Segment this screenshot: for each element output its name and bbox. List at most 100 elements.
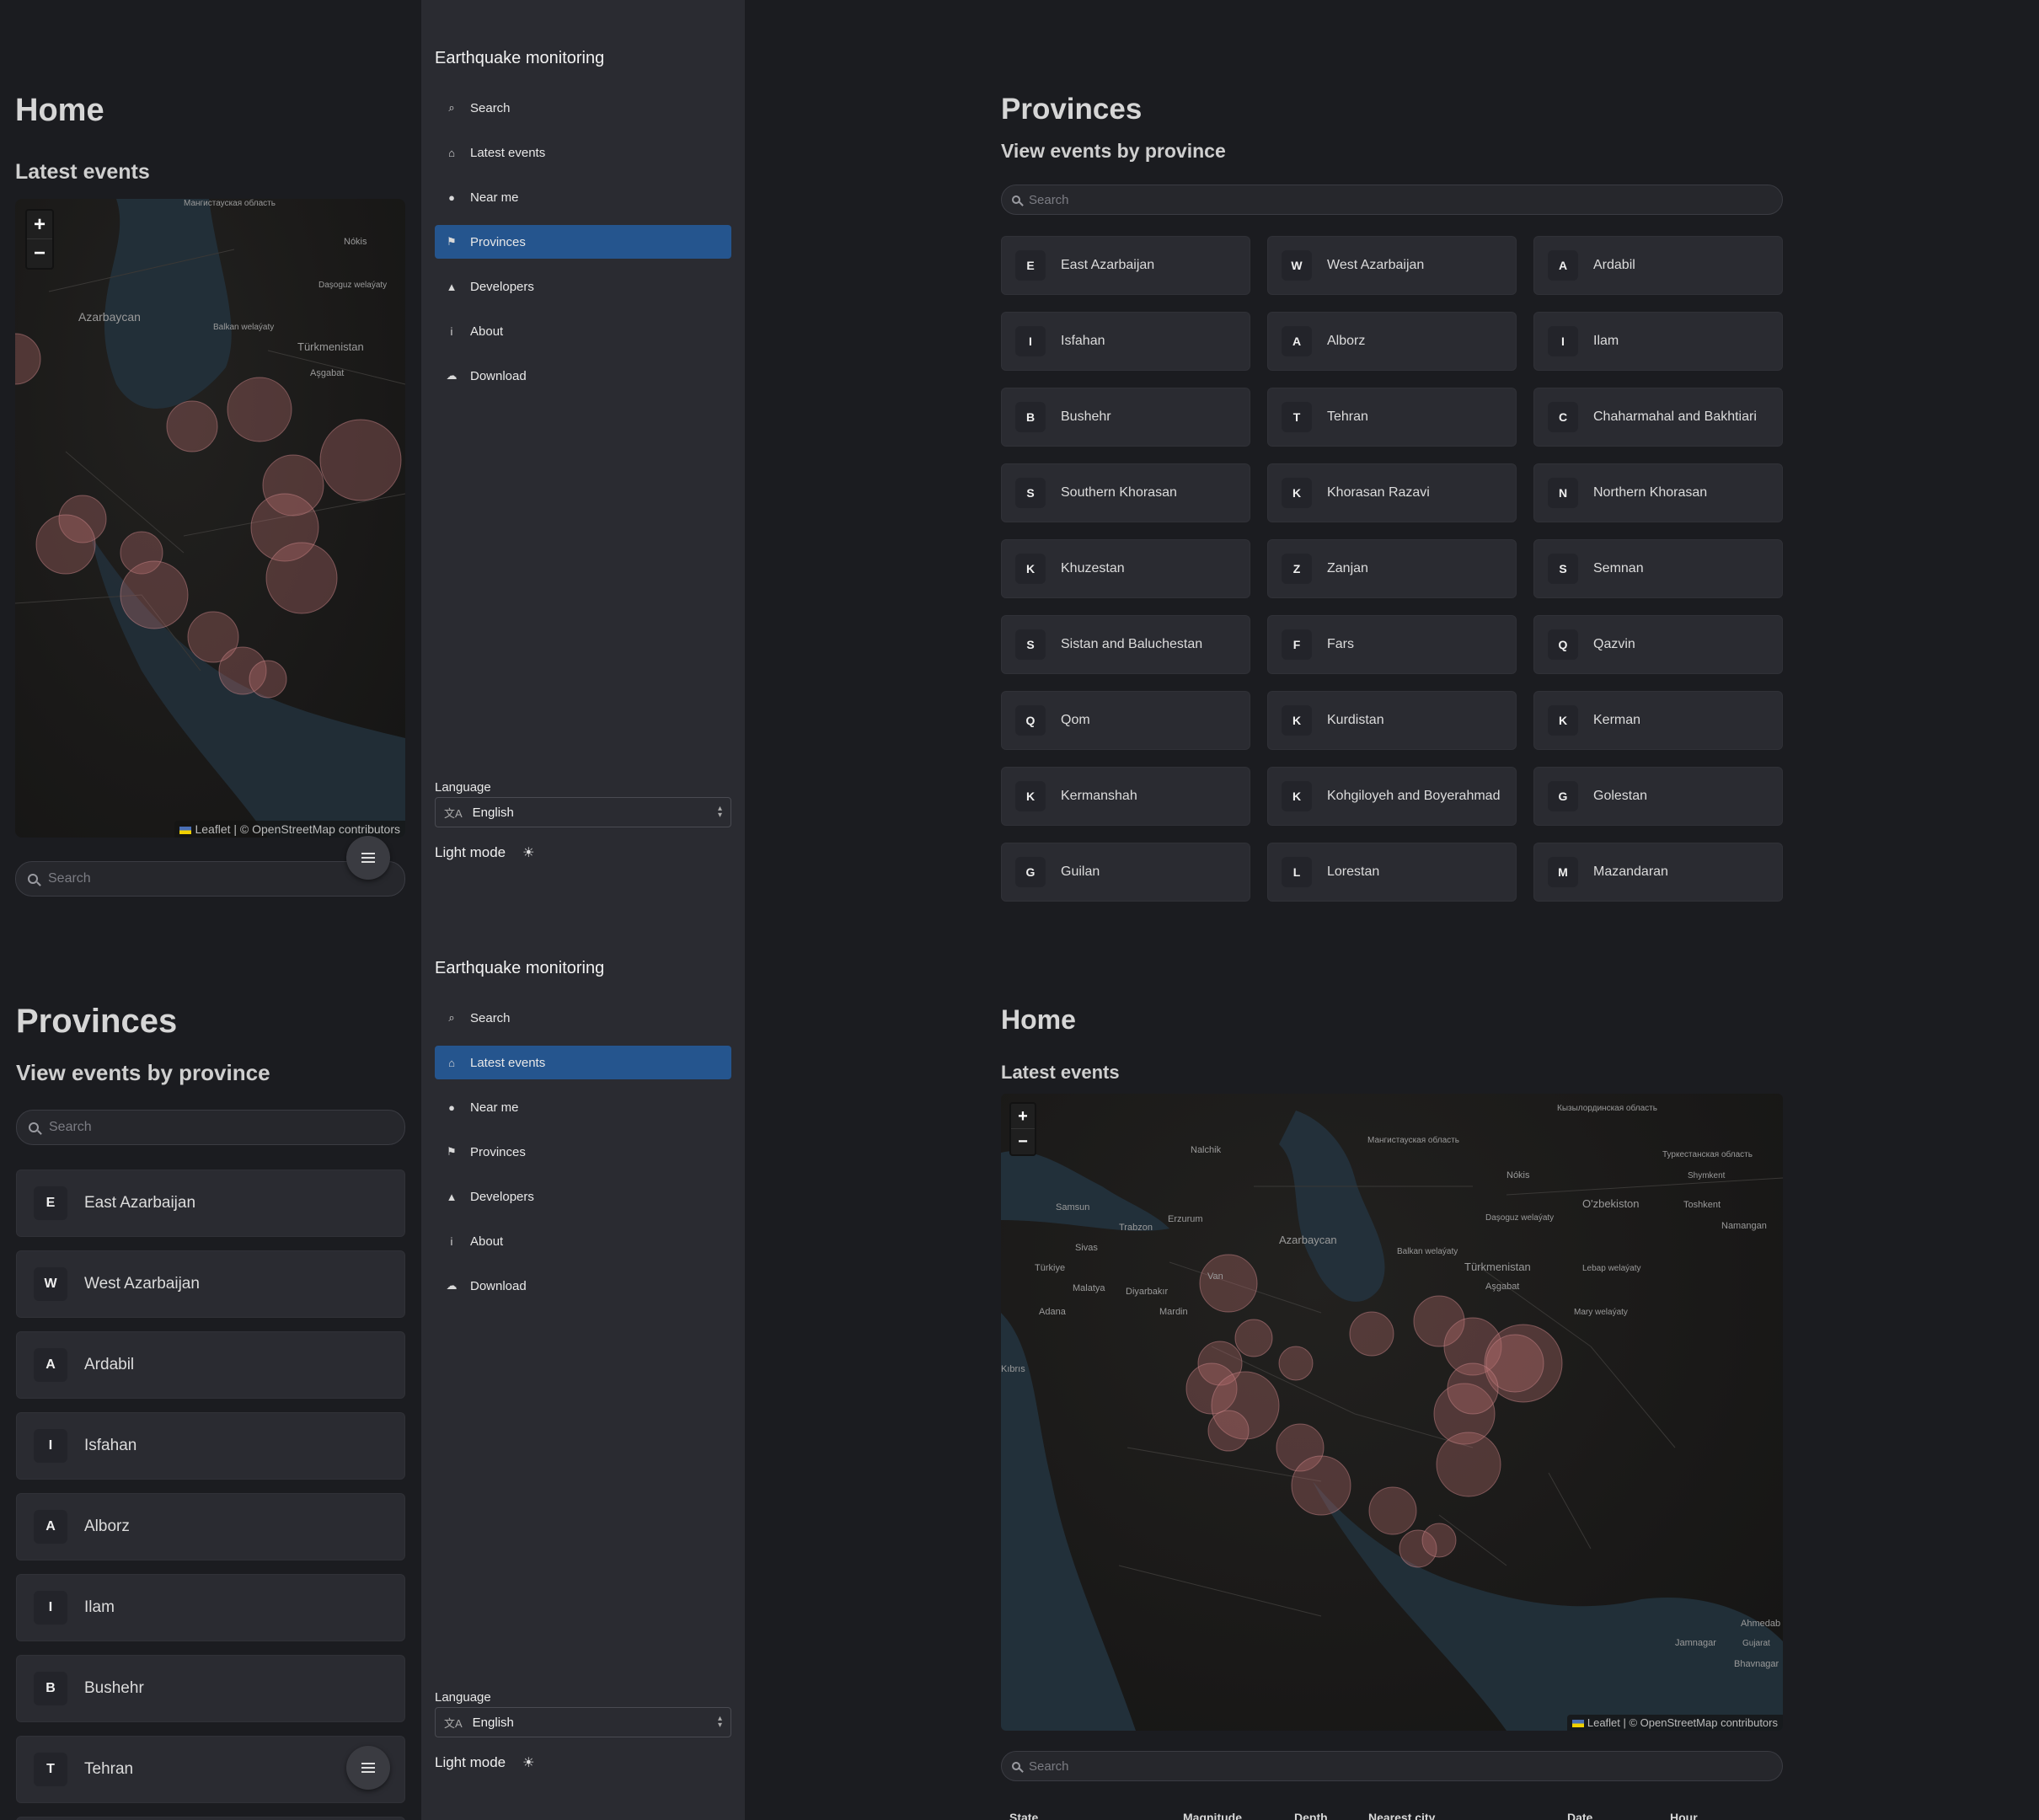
province-card[interactable]: G Guilan <box>1001 843 1250 902</box>
nav-item-download[interactable]: ☁ Download <box>435 359 731 393</box>
province-name: Qom <box>1061 713 1090 727</box>
zoom-out-button[interactable]: − <box>27 239 52 268</box>
province-card[interactable]: I Isfahan <box>16 1412 405 1480</box>
province-card[interactable]: N Northern Khorasan <box>1533 463 1783 522</box>
svg-text:Azarbaycan: Azarbaycan <box>1279 1234 1337 1246</box>
province-initial-badge: T <box>1282 402 1312 432</box>
nav-item-search[interactable]: ⌕ Search <box>435 91 731 125</box>
events-map[interactable]: Nókis Azarbaycan Türkmenistan Aşgabat Ba… <box>15 199 405 838</box>
province-card[interactable]: L Lorestan <box>1267 843 1517 902</box>
nav-item-search[interactable]: ⌕ Search <box>435 1001 731 1035</box>
language-select[interactable]: 文A English ▴ ▾ <box>435 1707 731 1737</box>
flag-icon: ⚑ <box>447 1145 457 1158</box>
province-card[interactable]: A Ardabil <box>1533 236 1783 295</box>
nav-item-provinces[interactable]: ⚑ Provinces <box>435 1135 731 1169</box>
column-header-date[interactable]: Date <box>1567 1811 1670 1820</box>
nav-item-near-me[interactable]: ● Near me <box>435 180 731 214</box>
nav-item-latest-events[interactable]: ⌂ Latest events <box>435 136 731 169</box>
province-card[interactable]: E East Azarbaijan <box>16 1170 405 1237</box>
search-icon <box>29 1122 39 1132</box>
attribution-text[interactable]: Leaflet | © OpenStreetMap contributors <box>195 822 400 836</box>
province-search-input[interactable] <box>1029 192 1782 207</box>
svg-text:Türkmenistan: Türkmenistan <box>1464 1261 1531 1273</box>
page-subtitle: View events by province <box>16 1060 270 1085</box>
attribution-text[interactable]: Leaflet | © OpenStreetMap contributors <box>1587 1716 1778 1729</box>
column-header-state[interactable]: State <box>1009 1811 1183 1820</box>
province-initial-badge: I <box>34 1591 67 1625</box>
nav-item-near-me[interactable]: ● Near me <box>435 1090 731 1124</box>
language-select[interactable]: 文A English ▴ ▾ <box>435 797 731 827</box>
zoom-out-button[interactable]: − <box>1011 1129 1035 1154</box>
province-card[interactable]: B Bushehr <box>1001 388 1250 447</box>
nav-item-label: Latest events <box>470 1055 546 1070</box>
province-card[interactable]: M Mazandaran <box>1533 843 1783 902</box>
province-name: Isfahan <box>1061 334 1105 348</box>
zoom-in-button[interactable]: + <box>1011 1104 1035 1129</box>
svg-text:Nókis: Nókis <box>344 237 367 247</box>
svg-text:Sivas: Sivas <box>1075 1243 1098 1253</box>
light-mode-toggle[interactable]: Light mode ☀ <box>435 844 534 861</box>
province-card[interactable]: CChaharmahal and Bakhtiari <box>1533 388 1783 447</box>
language-value: English <box>472 1715 514 1730</box>
province-card[interactable]: K Kerman <box>1533 691 1783 750</box>
province-card[interactable]: I Ilam <box>16 1574 405 1641</box>
province-card[interactable]: B Bushehr <box>16 1655 405 1722</box>
province-card[interactable]: K Khuzestan <box>1001 539 1250 598</box>
provinces-desktop-panel: Provinces View events by province E East … <box>745 0 2039 910</box>
province-card[interactable]: F Fars <box>1267 615 1517 674</box>
events-table-header: State Magnitude Depth Nearest city Date … <box>1009 1811 1737 1820</box>
column-header-magnitude[interactable]: Magnitude <box>1183 1811 1294 1820</box>
province-name: Chaharmahal and Bakhtiari <box>1593 410 1757 424</box>
zoom-in-button[interactable]: + <box>27 211 52 239</box>
nav-item-download[interactable]: ☁ Download <box>435 1269 731 1303</box>
province-card[interactable]: W West Azarbaijan <box>16 1250 405 1318</box>
province-card[interactable]: S Southern Khorasan <box>1001 463 1250 522</box>
search-input[interactable] <box>1029 1758 1782 1774</box>
nav-item-about[interactable]: i About <box>435 314 731 348</box>
page-title: Provinces <box>16 1003 178 1040</box>
svg-text:O'zbekiston: O'zbekiston <box>1582 1197 1640 1210</box>
province-card[interactable]: I Isfahan <box>1001 312 1250 371</box>
province-card[interactable]: E East Azarbaijan <box>1001 236 1250 295</box>
province-name: East Azarbaijan <box>1061 258 1155 272</box>
province-card[interactable]: CChaharmahal and Bakhtiari <box>16 1817 405 1820</box>
province-card[interactable]: K Kermanshah <box>1001 767 1250 826</box>
menu-toggle-button[interactable] <box>346 1746 390 1790</box>
province-name: Lorestan <box>1327 864 1380 879</box>
light-mode-toggle[interactable]: Light mode ☀ <box>435 1754 534 1771</box>
light-mode-label: Light mode <box>435 1754 506 1770</box>
light-mode-label: Light mode <box>435 844 506 860</box>
nav-item-about[interactable]: i About <box>435 1224 731 1258</box>
province-card[interactable]: A Alborz <box>16 1493 405 1560</box>
province-card[interactable]: G Golestan <box>1533 767 1783 826</box>
province-initial-badge: E <box>1015 250 1046 281</box>
province-card[interactable]: Z Zanjan <box>1267 539 1517 598</box>
nav-item-provinces[interactable]: ⚑ Provinces <box>435 225 731 259</box>
nav-item-developers[interactable]: ▲ Developers <box>435 1180 731 1213</box>
province-card[interactable]: Q Qazvin <box>1533 615 1783 674</box>
hamburger-icon <box>361 853 375 863</box>
province-card[interactable]: S Sistan and Baluchestan <box>1001 615 1250 674</box>
province-card[interactable]: I Ilam <box>1533 312 1783 371</box>
nav-item-label: Developers <box>470 279 534 294</box>
column-header-hour[interactable]: Hour <box>1670 1811 1737 1820</box>
province-card[interactable]: T Tehran <box>1267 388 1517 447</box>
province-card[interactable]: A Alborz <box>1267 312 1517 371</box>
province-card[interactable]: K Kurdistan <box>1267 691 1517 750</box>
nav-item-latest-events[interactable]: ⌂ Latest events <box>435 1046 731 1079</box>
nav-item-developers[interactable]: ▲ Developers <box>435 270 731 303</box>
menu-toggle-button[interactable] <box>346 836 390 880</box>
province-search-input[interactable] <box>49 1120 404 1135</box>
column-header-depth[interactable]: Depth <box>1294 1811 1368 1820</box>
province-card[interactable]: K Kohgiloyeh and Boyerahmad <box>1267 767 1517 826</box>
events-map[interactable]: Nókis O'zbekiston Toshkent Namangan Azar… <box>1001 1094 1783 1731</box>
page-subtitle: Latest events <box>15 160 150 184</box>
province-card[interactable]: S Semnan <box>1533 539 1783 598</box>
province-card[interactable]: A Ardabil <box>16 1331 405 1399</box>
province-card[interactable]: K Khorasan Razavi <box>1267 463 1517 522</box>
search-input[interactable] <box>48 871 404 886</box>
province-card[interactable]: Q Qom <box>1001 691 1250 750</box>
column-header-nearest-city[interactable]: Nearest city <box>1368 1811 1567 1820</box>
app-title: Earthquake monitoring <box>435 49 605 67</box>
province-card[interactable]: W West Azarbaijan <box>1267 236 1517 295</box>
